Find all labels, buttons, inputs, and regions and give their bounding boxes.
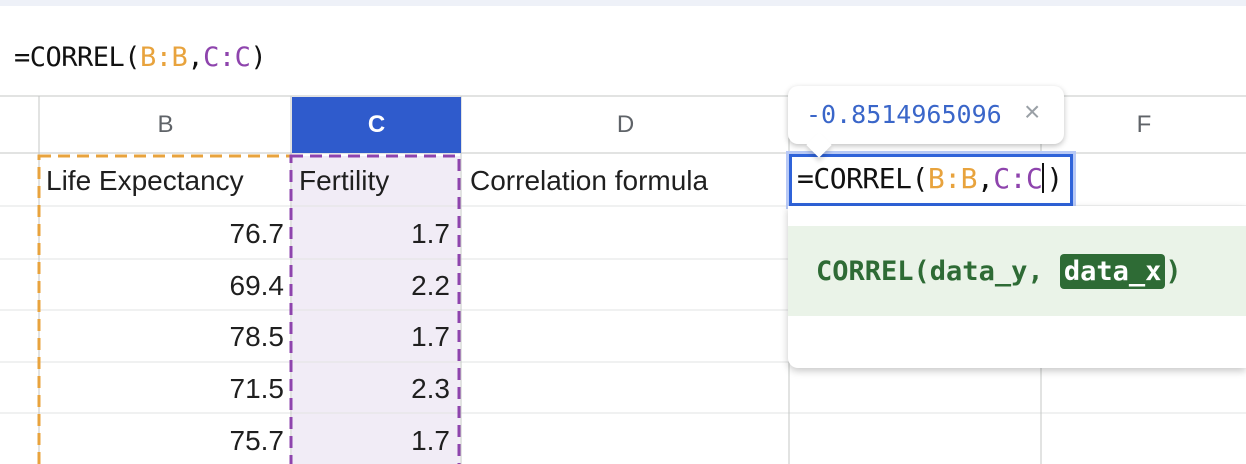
column-header-c[interactable]: C xyxy=(292,97,461,153)
cell-b6[interactable]: 75.7 xyxy=(44,425,285,457)
formula-result-tooltip: -0.8514965096 × xyxy=(788,86,1064,144)
cell-c1[interactable]: Fertility xyxy=(299,165,389,197)
edit-prefix: =CORREL( xyxy=(797,162,928,195)
edit-ref-c: C:C xyxy=(993,162,1043,195)
cell-b3[interactable]: 69.4 xyxy=(44,270,285,302)
cell-c3[interactable]: 2.2 xyxy=(290,270,450,302)
cell-b4[interactable]: 78.5 xyxy=(44,321,285,353)
function-close-paren: ) xyxy=(1165,256,1182,287)
cell-c6[interactable]: 1.7 xyxy=(290,425,450,457)
function-signature[interactable]: CORREL(data_y, data_x) xyxy=(788,226,1246,316)
edit-cell-text[interactable]: =CORREL(B:B,C:C) xyxy=(797,162,1063,195)
cell-b2[interactable]: 76.7 xyxy=(44,218,285,250)
column-header-b[interactable]: B xyxy=(40,97,291,153)
column-header-f[interactable]: F xyxy=(1042,97,1246,153)
cell-c5[interactable]: 2.3 xyxy=(290,373,450,405)
function-help-panel: CORREL(data_y, data_x) xyxy=(788,206,1246,368)
formula-result-value: -0.8514965096 xyxy=(806,100,1002,129)
function-signature-text: CORREL(data_y, data_x) xyxy=(816,254,1182,289)
function-arg-data-y: data_y, xyxy=(929,256,1060,287)
text-caret xyxy=(1042,163,1045,193)
cell-c4[interactable]: 1.7 xyxy=(290,321,450,353)
close-icon[interactable]: × xyxy=(1024,96,1040,128)
column-header-d[interactable]: D xyxy=(462,97,789,153)
cell-b5[interactable]: 71.5 xyxy=(44,373,285,405)
cell-c2[interactable]: 1.7 xyxy=(290,218,450,250)
edit-suffix: ) xyxy=(1046,162,1063,195)
edit-comma: , xyxy=(976,162,994,195)
cell-b1[interactable]: Life Expectancy xyxy=(46,165,244,197)
cell-d1[interactable]: Correlation formula xyxy=(470,165,708,197)
function-arg-data-x-active: data_x xyxy=(1059,254,1166,289)
edit-ref-b: B:B xyxy=(927,162,978,195)
function-name: CORREL( xyxy=(816,256,930,287)
